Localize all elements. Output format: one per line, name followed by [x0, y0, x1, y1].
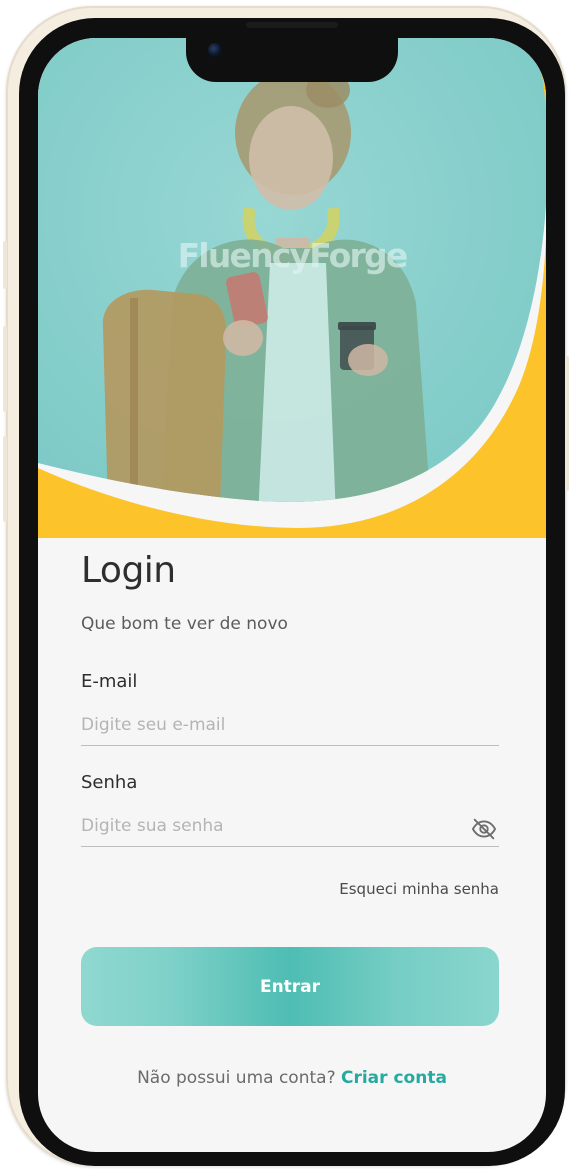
password-label: Senha: [81, 772, 138, 793]
signup-prompt: Não possui uma conta? Criar conta: [38, 1068, 546, 1088]
email-field[interactable]: [81, 705, 499, 746]
page-title: Login: [81, 550, 176, 591]
page-subtitle: Que bom te ver de novo: [81, 614, 288, 634]
signup-prompt-text: Não possui uma conta?: [137, 1068, 336, 1088]
phone-speaker: [246, 22, 338, 28]
phone-side-button: [3, 436, 7, 522]
email-label: E-mail: [81, 671, 138, 692]
phone-side-button: [565, 356, 569, 491]
password-field[interactable]: [81, 806, 499, 847]
eye-off-icon[interactable]: [470, 815, 498, 843]
phone-side-button: [3, 326, 7, 412]
phone-frame: FluencyForge Login Que bom te ver de nov…: [3, 6, 569, 1166]
app-screen: FluencyForge Login Que bom te ver de nov…: [38, 38, 546, 1152]
phone-side-button: [3, 241, 7, 289]
signup-link[interactable]: Criar conta: [341, 1068, 447, 1088]
hero-banner: [38, 38, 546, 538]
forgot-password-link[interactable]: Esqueci minha senha: [81, 880, 499, 898]
login-button[interactable]: Entrar: [81, 947, 499, 1026]
front-camera: [208, 43, 222, 57]
brand-logo: FluencyForge: [177, 236, 409, 275]
